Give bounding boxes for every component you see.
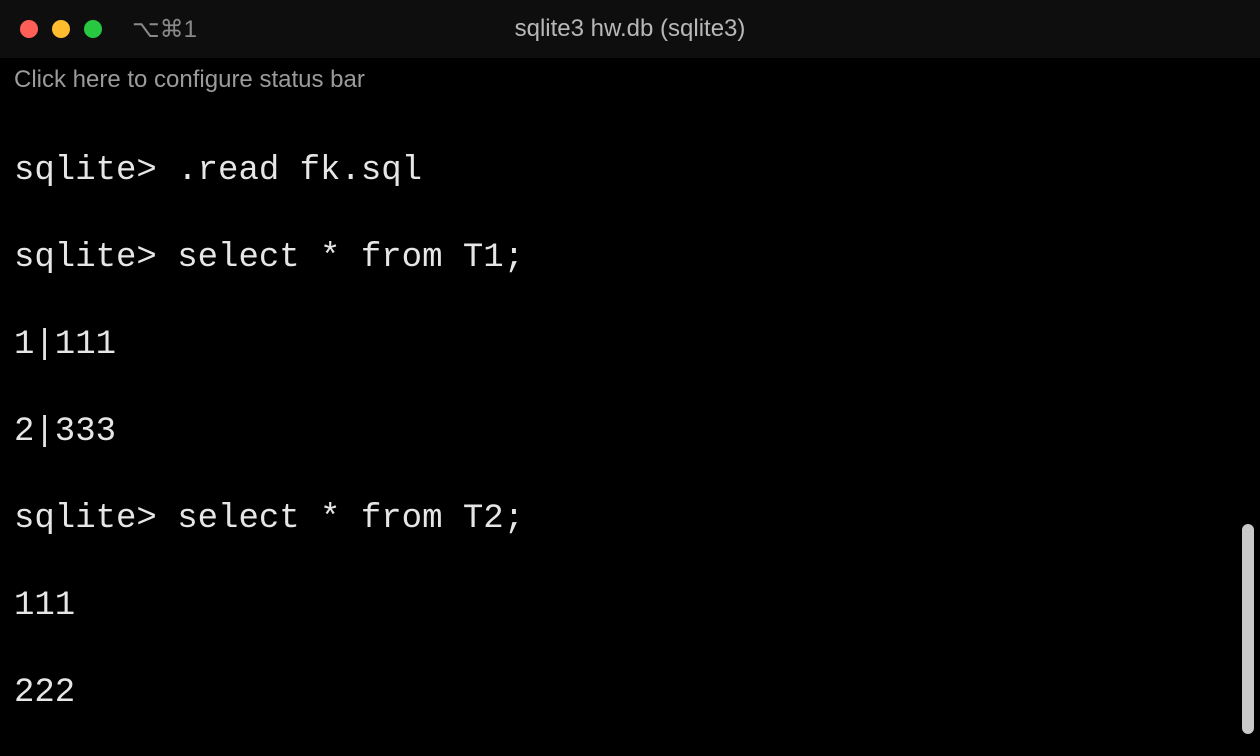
- prompt: sqlite>: [14, 500, 177, 538]
- prompt: sqlite>: [14, 239, 177, 277]
- output-line: 111: [14, 585, 1246, 629]
- terminal-line: sqlite> .read fk.sql: [14, 150, 1246, 194]
- zoom-icon[interactable]: [84, 20, 102, 38]
- command-text: select * from T2;: [177, 500, 524, 538]
- output-line: 222: [14, 672, 1246, 716]
- output-line: 2|333: [14, 411, 1246, 455]
- scrollbar-thumb[interactable]: [1242, 524, 1254, 734]
- terminal-line: sqlite> select * from T2;: [14, 498, 1246, 542]
- minimize-icon[interactable]: [52, 20, 70, 38]
- titlebar: ⌥⌘1 sqlite3 hw.db (sqlite3): [0, 0, 1260, 58]
- prompt: sqlite>: [14, 152, 177, 190]
- command-text: select * from T1;: [177, 239, 524, 277]
- window-controls: [20, 20, 102, 38]
- scrollbar[interactable]: [1242, 100, 1254, 746]
- status-bar-hint[interactable]: Click here to configure status bar: [0, 58, 1260, 106]
- terminal-output[interactable]: sqlite> .read fk.sql sqlite> select * fr…: [0, 106, 1260, 756]
- terminal-line: sqlite> select * from T1;: [14, 237, 1246, 281]
- command-text: .read fk.sql: [177, 152, 422, 190]
- close-icon[interactable]: [20, 20, 38, 38]
- terminal-window: ⌥⌘1 sqlite3 hw.db (sqlite3) Click here t…: [0, 0, 1260, 756]
- output-line: 1|111: [14, 324, 1246, 368]
- tab-label[interactable]: ⌥⌘1: [132, 15, 197, 44]
